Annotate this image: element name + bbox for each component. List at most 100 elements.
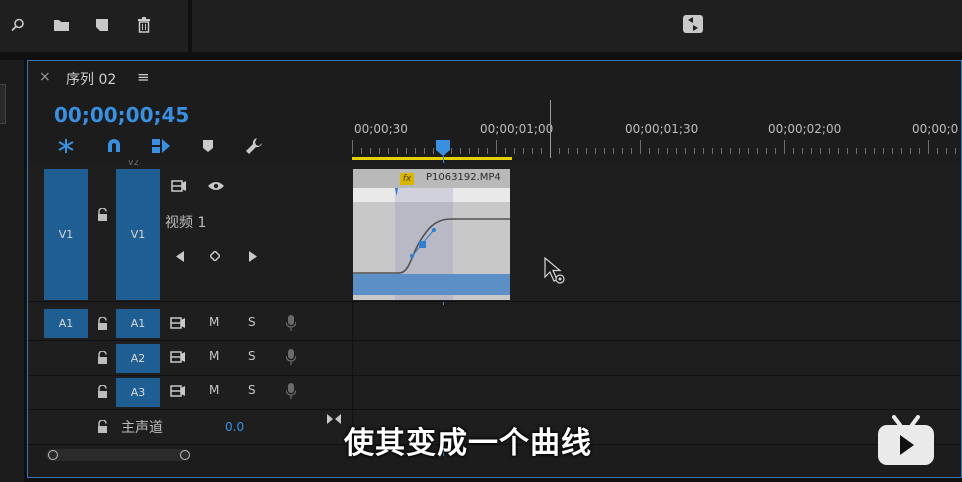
ruler-tick bbox=[946, 148, 947, 154]
new-bin-icon[interactable] bbox=[50, 14, 72, 36]
ruler-tick bbox=[649, 148, 650, 154]
trash-icon[interactable] bbox=[133, 14, 155, 36]
tools-panel bbox=[0, 60, 24, 482]
ruler-tick bbox=[910, 148, 911, 154]
mute-button[interactable]: M bbox=[209, 383, 219, 397]
ruler-tick bbox=[478, 148, 479, 154]
ruler-tick bbox=[883, 148, 884, 154]
wrench-icon[interactable] bbox=[243, 135, 265, 157]
lock-icon[interactable] bbox=[93, 417, 111, 435]
ruler-tick bbox=[793, 148, 794, 154]
ruler-tick bbox=[937, 148, 938, 154]
ruler-tick bbox=[640, 140, 641, 154]
ruler-tick bbox=[361, 148, 362, 154]
mouse-cursor-icon bbox=[544, 256, 568, 291]
add-keyframe-icon[interactable] bbox=[207, 248, 223, 264]
ruler-tick bbox=[406, 148, 407, 154]
panel-close-button[interactable]: × bbox=[39, 69, 51, 85]
ruler-label: 00;00;30 bbox=[354, 122, 408, 136]
nest-sequence-icon[interactable] bbox=[55, 136, 77, 156]
ruler-tick bbox=[451, 148, 452, 154]
multi-camera-icon[interactable] bbox=[680, 12, 706, 36]
ruler-tick bbox=[829, 148, 830, 154]
target-track-a1[interactable]: A1 bbox=[116, 309, 160, 338]
target-track-a2[interactable]: A2 bbox=[116, 344, 160, 373]
eye-icon[interactable] bbox=[204, 177, 228, 195]
ruler-label: 00;00;01;00 bbox=[480, 122, 554, 136]
solo-button[interactable]: S bbox=[248, 383, 256, 397]
target-track-v1[interactable]: V1 bbox=[116, 169, 160, 300]
voice-over-mic-icon[interactable] bbox=[282, 314, 300, 332]
next-keyframe-icon[interactable] bbox=[245, 248, 261, 264]
ruler-tick bbox=[721, 148, 722, 154]
video-clip[interactable]: fx P1063192.MP4 bbox=[353, 169, 510, 300]
ruler-tick bbox=[703, 148, 704, 154]
ruler-tick bbox=[928, 140, 929, 154]
playhead-timecode[interactable]: 00;00;00;45 bbox=[54, 103, 189, 127]
lock-icon[interactable] bbox=[93, 314, 111, 332]
ruler-tick bbox=[658, 148, 659, 154]
new-item-icon[interactable] bbox=[91, 14, 113, 36]
solo-button[interactable]: S bbox=[248, 349, 256, 363]
sync-lock-icon[interactable] bbox=[169, 382, 187, 400]
ruler-tick bbox=[541, 148, 542, 154]
ruler-tick bbox=[667, 148, 668, 154]
scrollbar-left-handle[interactable] bbox=[48, 450, 58, 460]
ruler-tick bbox=[847, 148, 848, 154]
solo-button[interactable]: S bbox=[248, 315, 256, 329]
lock-icon[interactable] bbox=[93, 382, 111, 400]
ruler-tick bbox=[415, 148, 416, 154]
ruler-tick bbox=[613, 148, 614, 154]
linked-selection-icon[interactable] bbox=[149, 136, 173, 156]
clip-audio-bar bbox=[353, 274, 510, 295]
mute-button[interactable]: M bbox=[209, 349, 219, 363]
ruler-tick bbox=[856, 148, 857, 154]
zoom-scrollbar[interactable] bbox=[46, 449, 190, 461]
video-subtitle: 使其变成一个曲线 bbox=[344, 426, 592, 461]
voice-over-mic-icon[interactable] bbox=[282, 382, 300, 400]
search-icon[interactable] bbox=[8, 14, 28, 36]
sync-lock-icon[interactable] bbox=[169, 348, 187, 366]
scrollbar-right-handle[interactable] bbox=[180, 450, 190, 460]
ruler-tick bbox=[469, 148, 470, 154]
source-patch-a1[interactable]: A1 bbox=[44, 309, 88, 338]
add-marker-icon[interactable] bbox=[198, 136, 218, 156]
voice-over-mic-icon[interactable] bbox=[282, 348, 300, 366]
ruler-tick bbox=[784, 140, 785, 154]
ruler-tick bbox=[559, 148, 560, 154]
panel-edge bbox=[0, 84, 6, 124]
sync-lock-icon[interactable] bbox=[169, 314, 187, 332]
go-to-in-out-icon[interactable] bbox=[325, 412, 343, 426]
ruler-tick bbox=[424, 148, 425, 154]
ruler-tick bbox=[487, 148, 488, 154]
project-panel-toolbar bbox=[0, 0, 188, 52]
previous-keyframe-icon[interactable] bbox=[172, 248, 188, 264]
ruler-tick bbox=[460, 148, 461, 154]
master-volume-value[interactable]: 0.0 bbox=[225, 420, 244, 434]
track-name-v1: 视频 1 bbox=[165, 215, 207, 231]
ruler-tick bbox=[955, 148, 956, 154]
mouse-position-line bbox=[550, 100, 551, 158]
sync-lock-icon[interactable] bbox=[168, 177, 190, 195]
mute-button[interactable]: M bbox=[209, 315, 219, 329]
ruler-tick bbox=[694, 148, 695, 154]
ruler-label: 00;00;0 bbox=[912, 122, 959, 136]
panel-menu-icon[interactable]: ≡ bbox=[137, 68, 150, 86]
ruler-tick bbox=[739, 148, 740, 154]
ruler-tick bbox=[766, 148, 767, 154]
ruler-tick bbox=[496, 140, 497, 154]
work-area-bar[interactable] bbox=[352, 157, 512, 160]
panel-title[interactable]: 序列 02 bbox=[66, 69, 116, 89]
target-track-a3[interactable]: A3 bbox=[116, 378, 160, 407]
playhead-handle[interactable] bbox=[436, 140, 450, 156]
ruler-tick bbox=[586, 148, 587, 154]
source-patch-v1[interactable]: V1 bbox=[44, 169, 88, 300]
lock-icon[interactable] bbox=[93, 205, 111, 223]
ruler-tick bbox=[388, 148, 389, 154]
ruler-tick bbox=[523, 148, 524, 154]
snap-icon[interactable] bbox=[103, 136, 125, 156]
ruler-tick bbox=[874, 148, 875, 154]
lock-icon[interactable] bbox=[93, 348, 111, 366]
program-monitor-toolbar bbox=[192, 0, 962, 52]
track-row-a1 bbox=[28, 305, 960, 341]
